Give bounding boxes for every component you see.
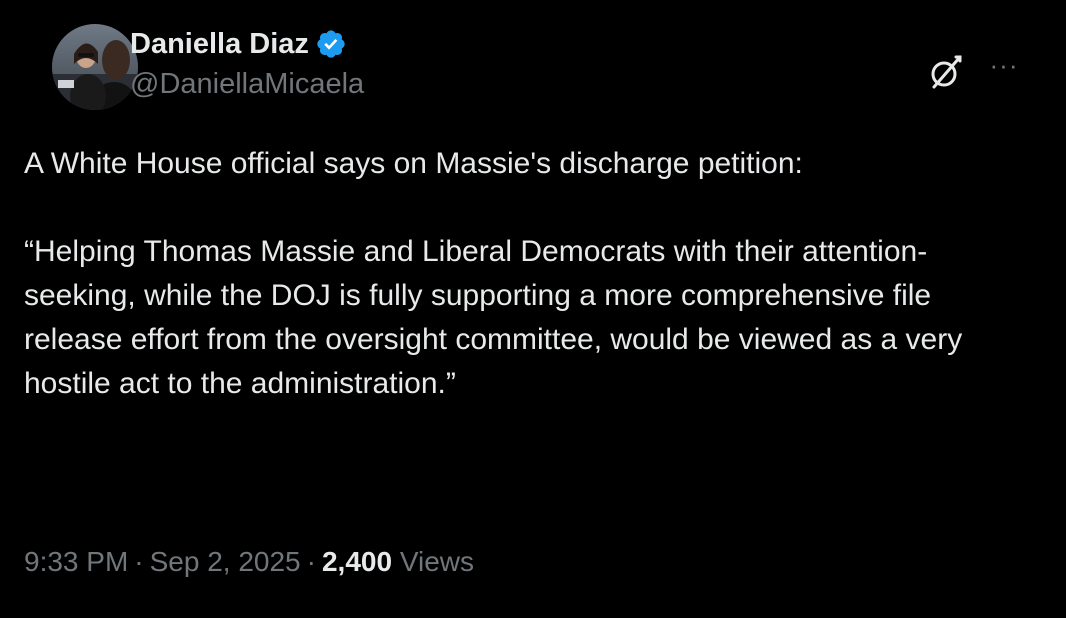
tweet-header: Daniella Diaz @DaniellaMicaela ···	[52, 24, 1046, 114]
tweet-date[interactable]: Sep 2, 2025	[150, 546, 301, 577]
views-count[interactable]: 2,400	[322, 546, 392, 577]
grok-icon[interactable]	[926, 52, 966, 92]
avatar-photo	[52, 24, 138, 110]
separator-dot: ·	[134, 546, 144, 577]
tweet-text: A White House official says on Massie's …	[24, 142, 1034, 406]
tweet-paragraph-2: “Helping Thomas Massie and Liberal Democ…	[24, 235, 971, 400]
tweet-card: Daniella Diaz @DaniellaMicaela ··· A Whi…	[0, 0, 1066, 618]
name-row: Daniella Diaz	[130, 24, 364, 64]
tweet-paragraph-1: A White House official says on Massie's …	[24, 147, 803, 180]
author-identity: Daniella Diaz @DaniellaMicaela	[130, 24, 364, 101]
author-display-name[interactable]: Daniella Diaz	[130, 28, 309, 61]
tweet-time[interactable]: 9:33 PM	[24, 546, 128, 577]
more-options-icon[interactable]: ···	[980, 50, 1028, 90]
author-handle[interactable]: @DaniellaMicaela	[130, 68, 364, 101]
views-label: Views	[399, 546, 475, 577]
tweet-metadata: 9:33 PM · Sep 2, 2025 · 2,400 Views	[24, 546, 474, 578]
separator-dot: ·	[306, 546, 316, 577]
verified-badge-icon[interactable]	[315, 28, 347, 60]
avatar[interactable]	[52, 24, 138, 110]
